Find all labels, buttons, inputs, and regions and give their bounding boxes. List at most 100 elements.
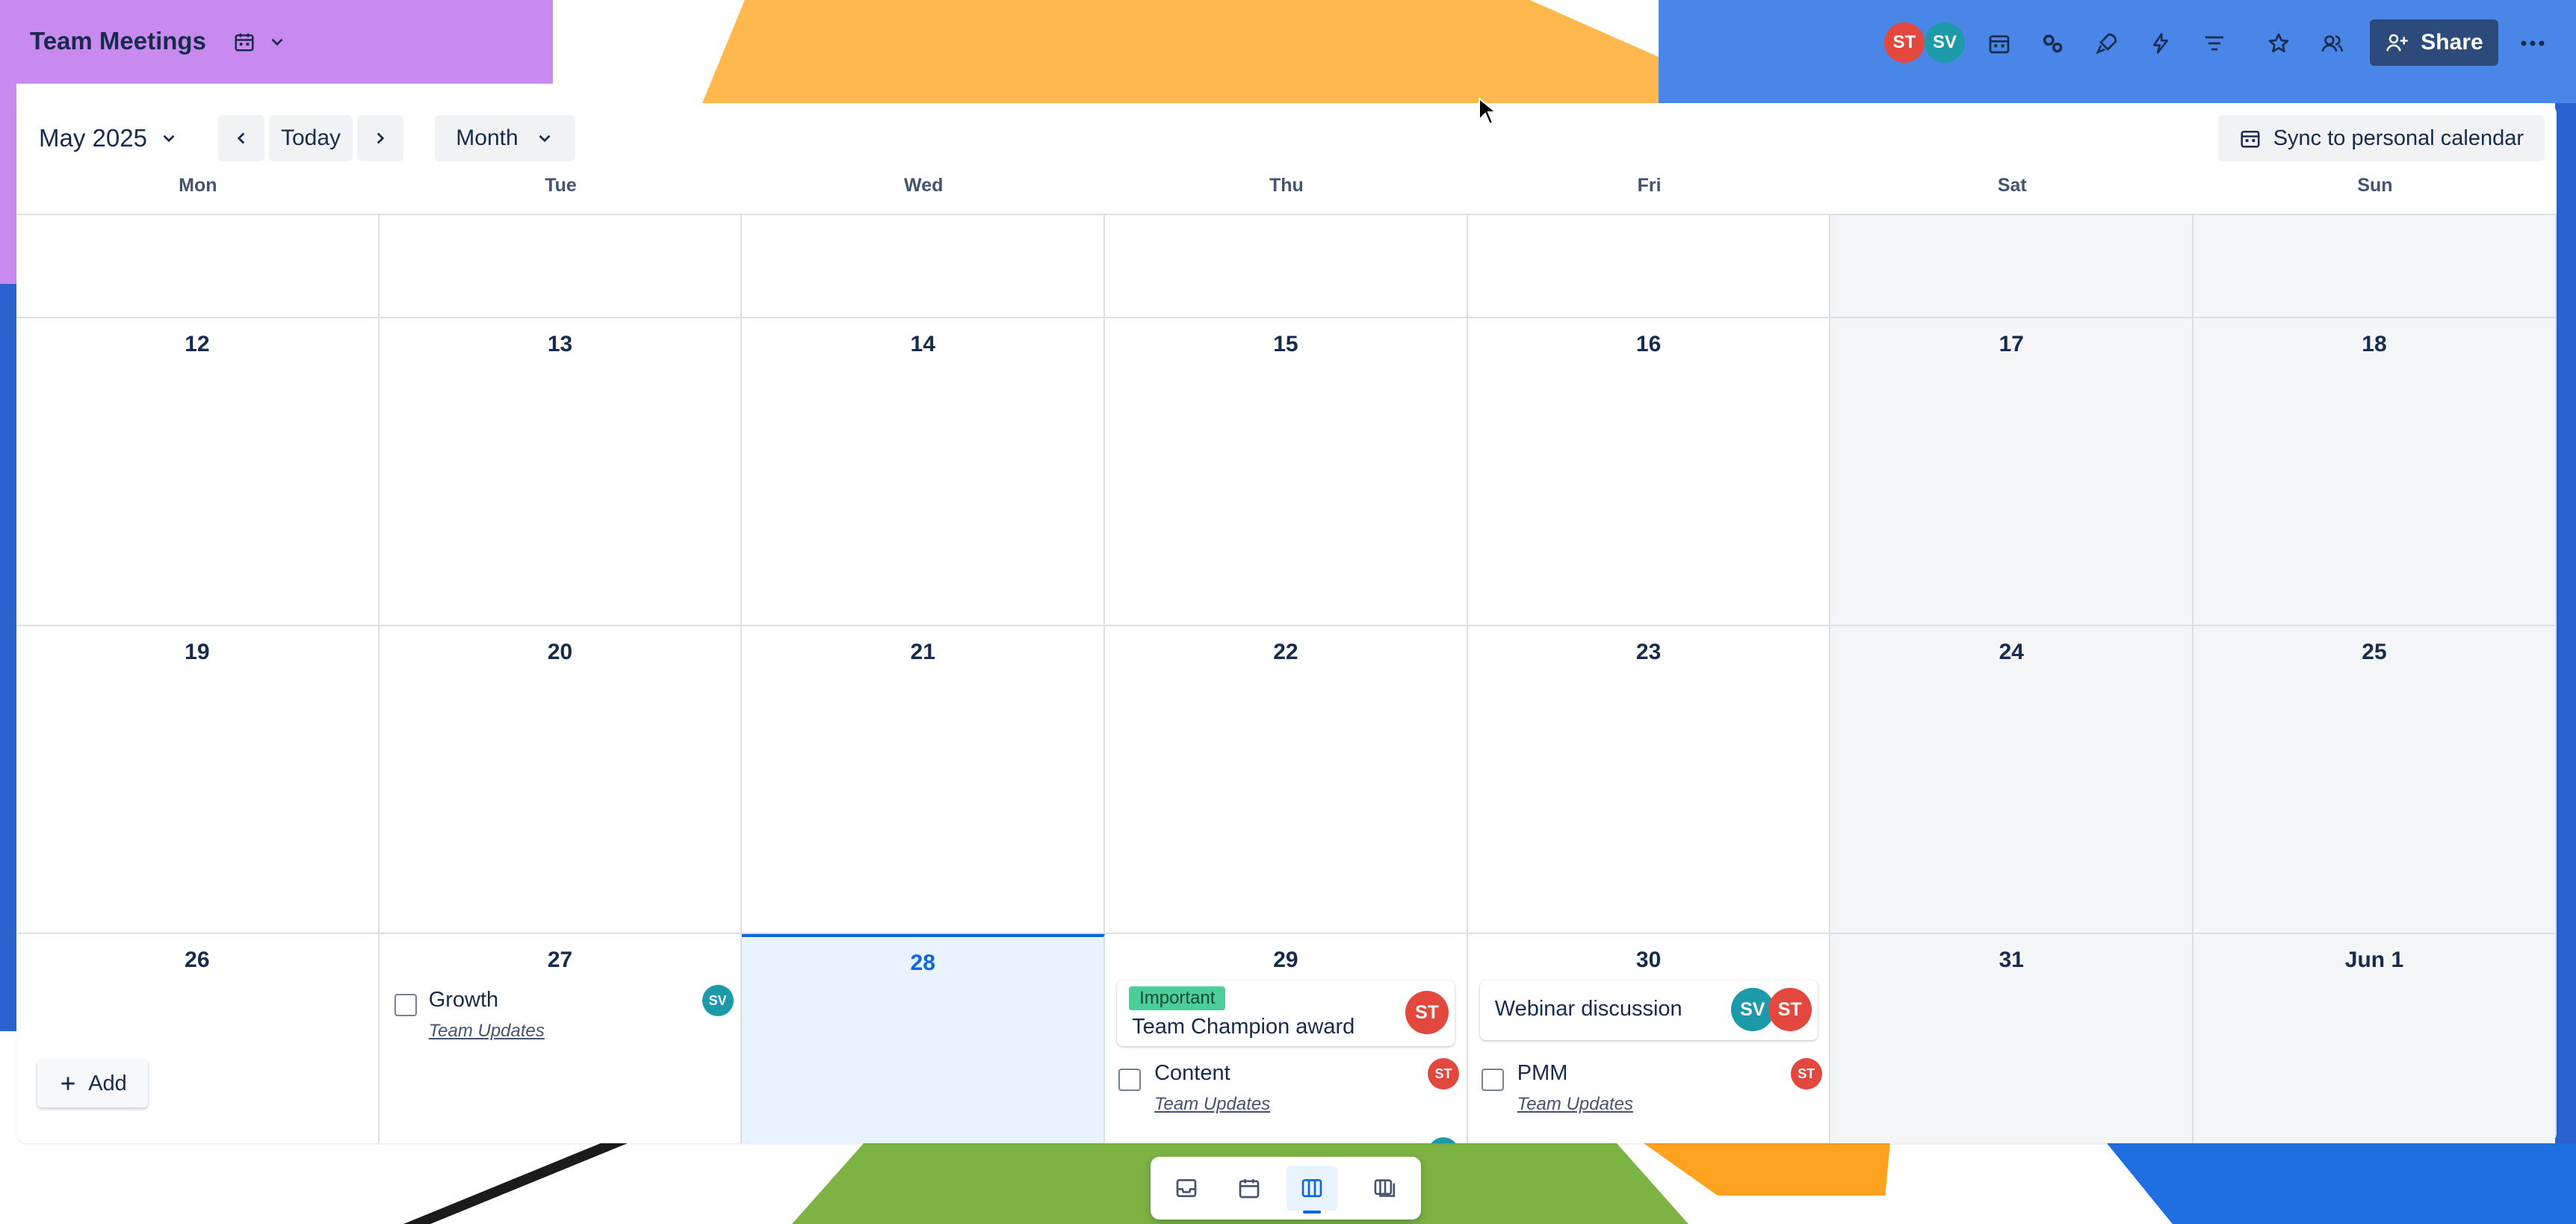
calendar-day[interactable]: 22: [1105, 626, 1468, 933]
power-ups-button[interactable]: [2086, 22, 2128, 64]
calendar-day[interactable]: 30 Webinar discussion SV ST PMM Team Upd…: [1468, 934, 1831, 1143]
calendar-day[interactable]: [742, 215, 1106, 317]
task-list-link[interactable]: Team Updates: [1517, 1094, 1633, 1115]
day-number: Jun 1: [2344, 948, 2404, 972]
calendar-panel: May 2025 Today Month Sync to personal ca…: [16, 103, 2557, 1143]
calendar-day[interactable]: [380, 215, 743, 317]
today-label: Today: [280, 126, 341, 150]
calendar-day[interactable]: 12: [16, 318, 380, 625]
automation-button[interactable]: [2032, 22, 2074, 64]
day-number: 30: [1635, 948, 1662, 972]
more-icon: [2521, 40, 2545, 46]
board-view-button[interactable]: [1287, 1166, 1337, 1214]
calendar-day[interactable]: Jun 1: [2193, 934, 2557, 1143]
weekday-label: Tue: [545, 175, 577, 196]
calendar-day[interactable]: 13: [380, 318, 743, 625]
calendar-day[interactable]: 21: [742, 626, 1106, 933]
calendar-day[interactable]: 14: [742, 318, 1106, 625]
event-card-team-champion[interactable]: Important Team Champion award ST: [1117, 980, 1455, 1046]
chevron-left-icon: [237, 132, 245, 144]
planner-view-button[interactable]: [1224, 1166, 1275, 1211]
switch-boards-button[interactable]: [1360, 1166, 1411, 1211]
mouse-cursor: [1479, 97, 1498, 126]
weekday-header: Mon Tue Wed Thu Fri Sat Sun: [16, 175, 2557, 212]
next-month-button[interactable]: [357, 115, 403, 161]
calendar-day[interactable]: 25: [2193, 626, 2557, 933]
bottom-view-bar: [1151, 1157, 1421, 1220]
inbox-view-button[interactable]: [1161, 1166, 1212, 1211]
view-mode-select[interactable]: Month: [435, 115, 575, 161]
member-avatar-sv[interactable]: SV: [1925, 22, 1965, 63]
calendar-day[interactable]: 16: [1468, 318, 1831, 625]
calendar-day[interactable]: [2193, 215, 2557, 317]
day-number: 17: [1998, 332, 2024, 356]
day-number: 14: [910, 332, 935, 356]
label-important: Important: [1129, 986, 1226, 1010]
calendar-icon: [235, 33, 254, 52]
calendar-week: [16, 214, 2557, 317]
calendar-day[interactable]: 26: [16, 934, 380, 1143]
team-visibility-icon: [2321, 35, 2344, 52]
day-number: 26: [185, 948, 210, 972]
avatar-initials: ST: [1798, 1066, 1815, 1081]
task-item-content[interactable]: Content Team Updates ST: [1105, 1055, 1467, 1122]
calendar-icon: [2241, 131, 2260, 148]
share-button[interactable]: Share: [2370, 19, 2498, 66]
calendar-day[interactable]: 20: [380, 626, 743, 933]
calendar-day[interactable]: 29 Important Team Champion award ST Cont…: [1105, 934, 1468, 1143]
chevron-down-icon: [271, 38, 283, 46]
task-item-growth[interactable]: Growth Team Updates SV: [380, 980, 742, 1048]
share-label: Share: [2421, 30, 2483, 55]
month-picker[interactable]: May 2025: [39, 124, 179, 152]
day-number: 18: [2362, 332, 2387, 356]
calendar-day[interactable]: 31: [1830, 934, 2194, 1143]
filter-icon: [2205, 36, 2223, 51]
calendar-day[interactable]: 18: [2193, 318, 2557, 625]
calendar-day[interactable]: [1830, 215, 2194, 317]
event-card-webinar[interactable]: Webinar discussion SV ST: [1479, 980, 1818, 1040]
star-icon: [2268, 33, 2289, 52]
calendar-day[interactable]: [16, 215, 380, 317]
chevron-right-icon: [377, 132, 385, 144]
calendar-power-up-button[interactable]: [1978, 22, 2020, 64]
today-button[interactable]: Today: [269, 115, 353, 161]
avatar-initials: ST: [1434, 1066, 1452, 1081]
calendar-day-today[interactable]: 28: [742, 934, 1106, 1143]
view-switcher[interactable]: [233, 22, 300, 61]
add-button[interactable]: Add: [37, 1060, 148, 1107]
inbox-icon: [1176, 1179, 1197, 1197]
task-checkbox[interactable]: [1118, 1069, 1142, 1091]
task-list-link[interactable]: Team Updates: [429, 1021, 545, 1042]
weekday-label: Wed: [904, 175, 944, 196]
sync-calendar-button[interactable]: Sync to personal calendar: [2217, 115, 2545, 161]
day-number: 16: [1635, 332, 1662, 356]
day-number: 23: [1635, 640, 1662, 664]
calendar-day[interactable]: 17: [1830, 318, 2194, 625]
calendar-day[interactable]: 24: [1830, 626, 2194, 933]
member-avatar-st[interactable]: ST: [1884, 22, 1925, 63]
previous-month-button[interactable]: [218, 115, 264, 161]
calendar-day[interactable]: 15: [1105, 318, 1468, 625]
more-menu-button[interactable]: [2512, 22, 2554, 64]
weekday-label: Sat: [1997, 175, 2027, 196]
automation-rules-button[interactable]: [2140, 22, 2182, 64]
star-board-button[interactable]: [2258, 22, 2300, 64]
calendar-day[interactable]: 19: [16, 626, 380, 933]
task-checkbox[interactable]: [1481, 1069, 1504, 1091]
avatar-initials: SV: [1740, 998, 1765, 1020]
task-list-link[interactable]: Team Updates: [1154, 1094, 1270, 1115]
overflow-avatar: [1428, 1137, 1460, 1143]
avatar-initials: SV: [708, 992, 727, 1008]
calendar-day[interactable]: [1105, 215, 1468, 317]
task-title: PMM: [1517, 1061, 1568, 1085]
board-title[interactable]: Team Meetings: [30, 27, 206, 55]
event-member-avatar: ST: [1768, 988, 1812, 1031]
filter-button[interactable]: [2193, 22, 2235, 64]
visibility-button[interactable]: [2312, 22, 2353, 64]
calendar-day[interactable]: 23: [1468, 626, 1831, 933]
task-item-pmm[interactable]: PMM Team Updates ST: [1468, 1055, 1830, 1122]
task-checkbox[interactable]: [394, 994, 417, 1016]
calendar-day[interactable]: [1468, 215, 1831, 317]
calendar-day[interactable]: 27 Growth Team Updates SV: [380, 934, 743, 1143]
day-number: 28: [910, 951, 935, 975]
